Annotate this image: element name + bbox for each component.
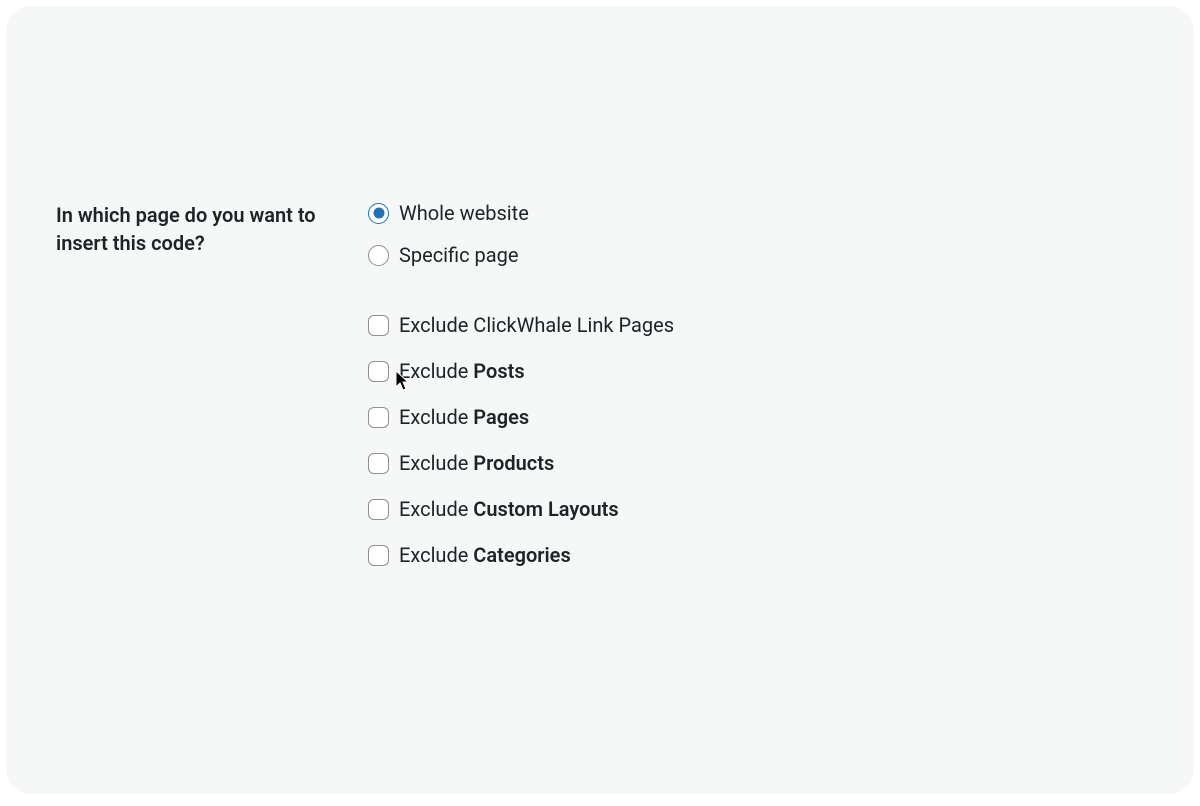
checkbox-option-exclude-pages[interactable]: Exclude Pages: [368, 405, 674, 429]
checkbox-exclude-pages[interactable]: [368, 407, 389, 428]
checkbox-group-exclusions: Exclude ClickWhale Link Pages Exclude Po…: [368, 313, 674, 567]
checkbox-label: Exclude Products: [399, 451, 554, 475]
checkbox-option-exclude-posts[interactable]: Exclude Posts: [368, 359, 674, 383]
settings-panel: In which page do you want to insert this…: [6, 6, 1194, 794]
checkbox-exclude-clickwhale[interactable]: [368, 315, 389, 336]
checkbox-exclude-categories[interactable]: [368, 545, 389, 566]
radio-group-page-scope: Whole website Specific page: [368, 201, 674, 267]
checkbox-label: Exclude Pages: [399, 405, 529, 429]
radio-option-whole-website[interactable]: Whole website: [368, 201, 674, 225]
checkbox-label: Exclude Custom Layouts: [399, 497, 619, 521]
checkbox-exclude-custom-layouts[interactable]: [368, 499, 389, 520]
checkbox-option-exclude-custom-layouts[interactable]: Exclude Custom Layouts: [368, 497, 674, 521]
radio-whole-website[interactable]: [368, 203, 389, 224]
checkbox-option-exclude-categories[interactable]: Exclude Categories: [368, 543, 674, 567]
radio-option-specific-page[interactable]: Specific page: [368, 243, 674, 267]
radio-label: Specific page: [399, 243, 519, 267]
checkbox-option-exclude-products[interactable]: Exclude Products: [368, 451, 674, 475]
checkbox-label: Exclude Categories: [399, 543, 571, 567]
question-label: In which page do you want to insert this…: [56, 201, 336, 257]
checkbox-exclude-posts[interactable]: [368, 361, 389, 382]
checkbox-label: Exclude Posts: [399, 359, 525, 383]
form-row: In which page do you want to insert this…: [56, 201, 1194, 567]
options-column: Whole website Specific page Exclude Clic…: [368, 201, 674, 567]
radio-specific-page[interactable]: [368, 245, 389, 266]
radio-label: Whole website: [399, 201, 529, 225]
checkbox-option-exclude-clickwhale[interactable]: Exclude ClickWhale Link Pages: [368, 313, 674, 337]
checkbox-label: Exclude ClickWhale Link Pages: [399, 313, 674, 337]
checkbox-exclude-products[interactable]: [368, 453, 389, 474]
